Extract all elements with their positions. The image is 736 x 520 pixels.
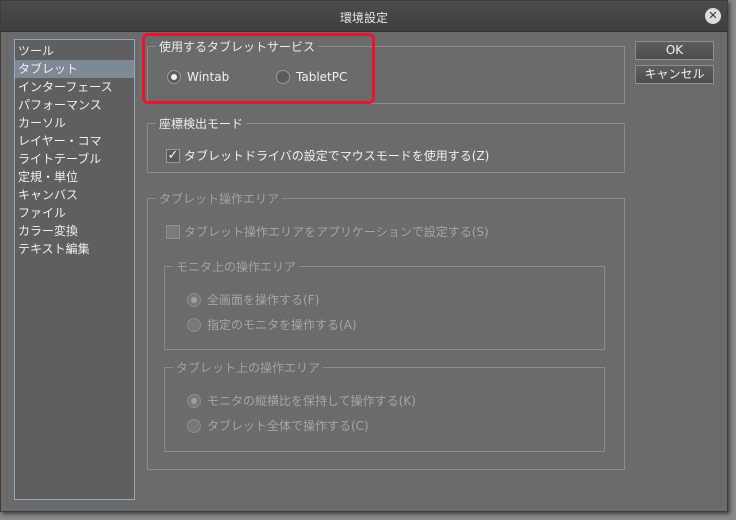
mouse-mode-checkbox[interactable]: ✓ タブレットドライバの設定でマウスモードを使用する(Z) xyxy=(166,147,489,164)
category-item-text-editing[interactable]: テキスト編集 xyxy=(15,240,134,258)
radio-selected-icon xyxy=(187,393,201,408)
radio-selected-icon xyxy=(187,292,201,307)
full-screen-label: 全画面を操作する(F) xyxy=(207,293,320,307)
title-bar[interactable]: 環境設定 ✕ xyxy=(1,1,727,32)
coordinate-mode-legend: 座標検出モード xyxy=(156,115,247,132)
category-item-file[interactable]: ファイル xyxy=(15,204,134,222)
category-item-interface[interactable]: インターフェース xyxy=(15,78,134,96)
category-item-layer-frame[interactable]: レイヤー・コマ xyxy=(15,132,134,150)
radio-unselected-icon xyxy=(187,418,201,433)
category-list[interactable]: ツール タブレット インターフェース パフォーマンス カーソル レイヤー・コマ … xyxy=(14,39,135,500)
tablet-area-legend: タブレット操作エリア xyxy=(156,190,283,207)
preferences-dialog: 環境設定 ✕ ツール タブレット インターフェース パフォーマンス カーソル レ… xyxy=(0,0,728,512)
full-screen-radio[interactable]: 全画面を操作する(F) xyxy=(187,291,319,308)
category-item-cursor[interactable]: カーソル xyxy=(15,114,134,132)
category-item-color-conversion[interactable]: カラー変換 xyxy=(15,222,134,240)
tablet-service-group: 使用するタブレットサービス Wintab TabletPC xyxy=(147,38,625,104)
category-item-tool[interactable]: ツール xyxy=(15,42,134,60)
checkbox-empty-icon xyxy=(166,224,180,239)
dialog-title: 環境設定 xyxy=(339,11,388,25)
tablet-area-group: タブレット操作エリア タブレット操作エリアをアプリケーションで設定する(S) モ… xyxy=(147,190,625,470)
specific-monitor-radio[interactable]: 指定のモニタを操作する(A) xyxy=(187,316,357,333)
tablet-service-legend: 使用するタブレットサービス xyxy=(156,38,319,55)
radio-selected-icon xyxy=(167,70,181,84)
app-area-label: タブレット操作エリアをアプリケーションで設定する(S) xyxy=(184,225,489,239)
tabletpc-label: TabletPC xyxy=(296,70,348,84)
close-icon[interactable]: ✕ xyxy=(705,8,721,24)
coordinate-mode-group: 座標検出モード ✓ タブレットドライバの設定でマウスモードを使用する(Z) xyxy=(147,115,625,173)
tablet-surface-legend: タブレット上の操作エリア xyxy=(173,359,324,376)
wintab-label: Wintab xyxy=(187,70,230,84)
mouse-mode-label: タブレットドライバの設定でマウスモードを使用する(Z) xyxy=(184,149,490,163)
keep-aspect-label: モニタの縦横比を保持して操作する(K) xyxy=(207,394,416,408)
whole-tablet-radio[interactable]: タブレット全体で操作する(C) xyxy=(187,417,369,434)
checkmark-icon: ✓ xyxy=(166,147,180,163)
specific-monitor-label: 指定のモニタを操作する(A) xyxy=(207,318,357,332)
tablet-surface-group: タブレット上の操作エリア モニタの縦横比を保持して操作する(K) タブレット全体… xyxy=(164,359,605,452)
whole-tablet-label: タブレット全体で操作する(C) xyxy=(207,419,369,433)
category-item-performance[interactable]: パフォーマンス xyxy=(15,96,134,114)
monitor-area-legend: モニタ上の操作エリア xyxy=(173,258,300,275)
category-item-ruler-unit[interactable]: 定規・単位 xyxy=(15,168,134,186)
radio-unselected-icon xyxy=(276,70,290,84)
ok-button[interactable]: OK xyxy=(635,41,714,60)
tabletpc-radio[interactable]: TabletPC xyxy=(276,70,347,84)
category-item-tablet[interactable]: タブレット xyxy=(15,60,134,78)
monitor-area-group: モニタ上の操作エリア 全画面を操作する(F) 指定のモニタを操作する(A) xyxy=(164,258,605,350)
cancel-button[interactable]: キャンセル xyxy=(635,65,714,84)
category-item-canvas[interactable]: キャンバス xyxy=(15,186,134,204)
radio-unselected-icon xyxy=(187,317,201,332)
wintab-radio[interactable]: Wintab xyxy=(167,70,229,84)
app-area-checkbox[interactable]: タブレット操作エリアをアプリケーションで設定する(S) xyxy=(166,223,489,240)
keep-aspect-radio[interactable]: モニタの縦横比を保持して操作する(K) xyxy=(187,392,416,409)
category-item-light-table[interactable]: ライトテーブル xyxy=(15,150,134,168)
